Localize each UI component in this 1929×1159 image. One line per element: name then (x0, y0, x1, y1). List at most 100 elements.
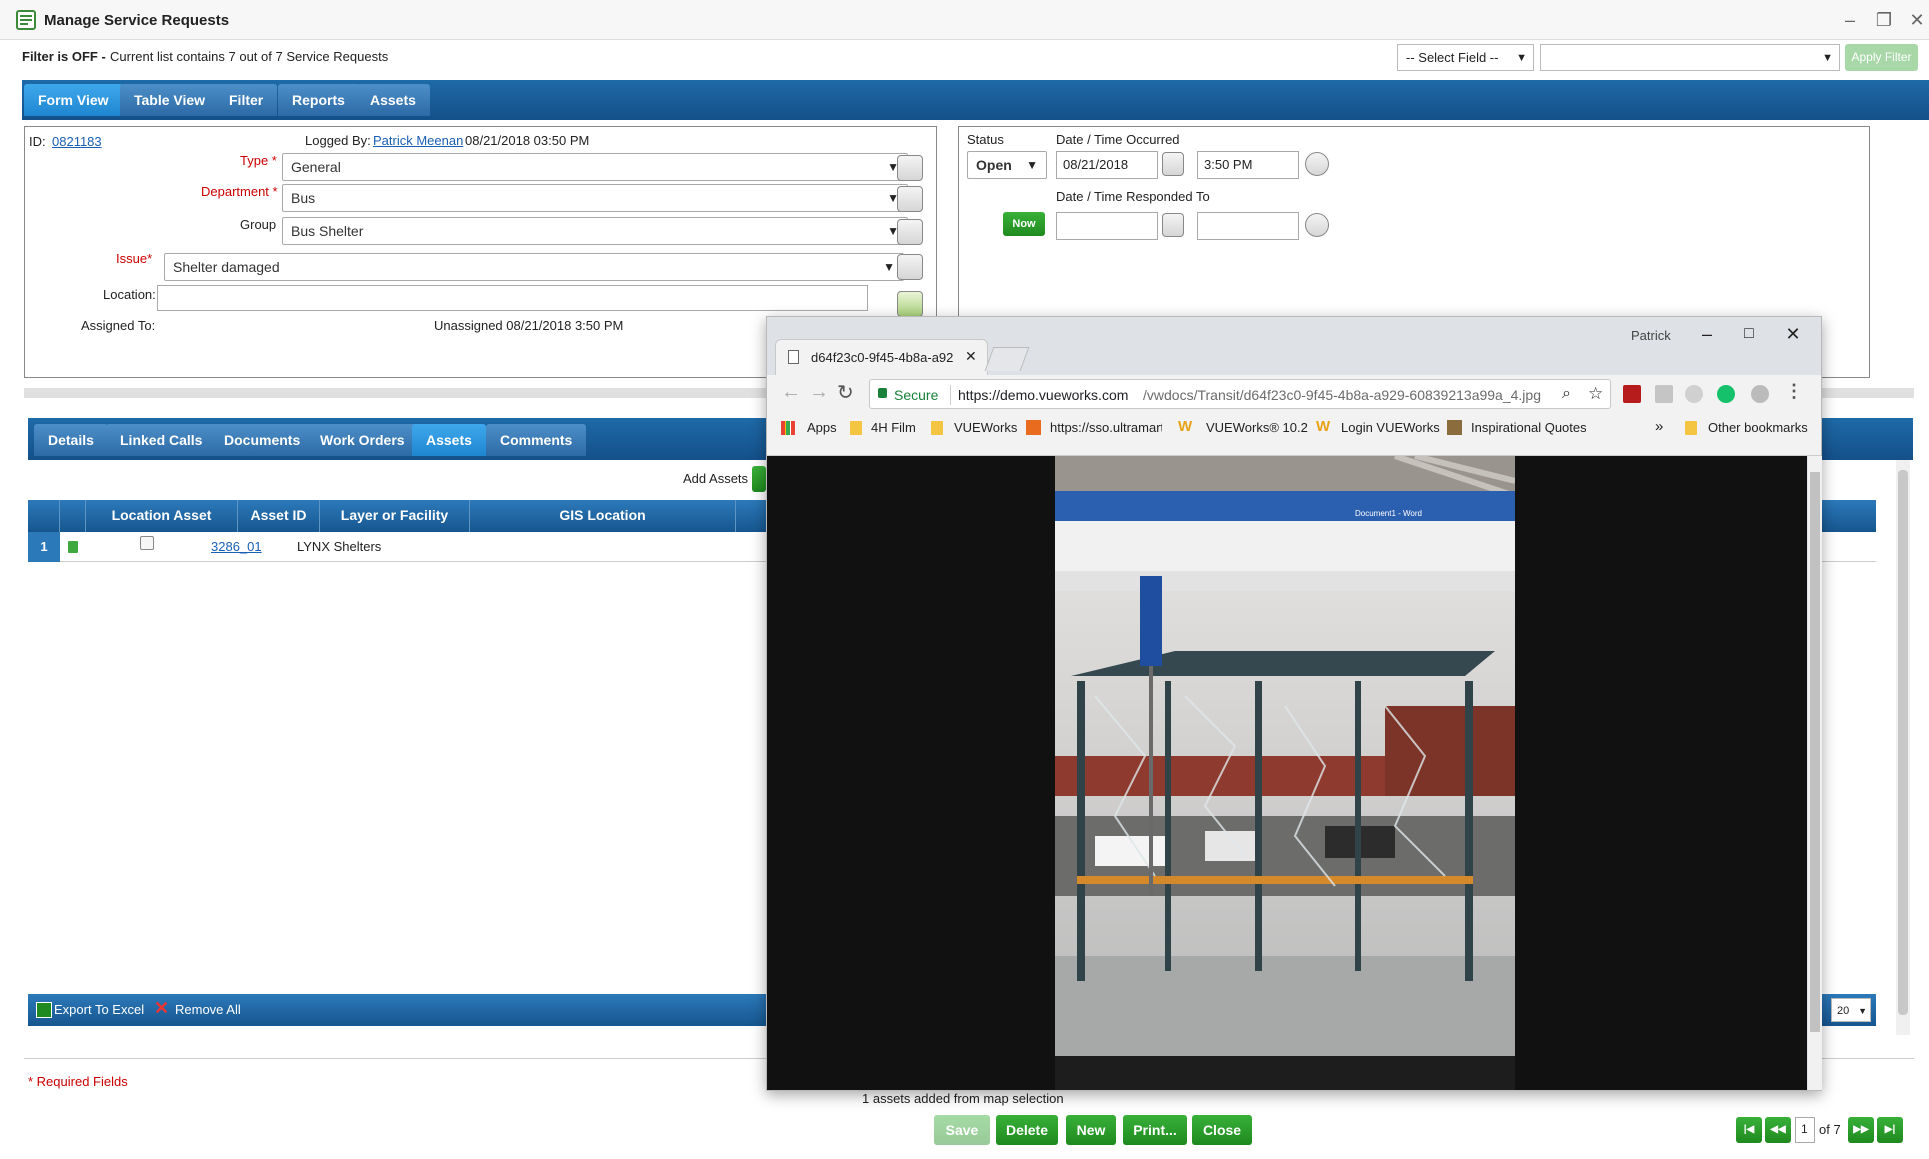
extension-icon[interactable] (1685, 385, 1703, 403)
col-layer-facility[interactable]: Layer or Facility (320, 500, 470, 532)
tab-close-icon[interactable]: ✕ (965, 348, 977, 365)
other-bookmarks[interactable]: Other bookmarks (1708, 420, 1808, 435)
responded-time-input[interactable] (1197, 212, 1299, 240)
last-page-icon[interactable]: ▶| (1877, 1117, 1903, 1143)
close-icon[interactable]: ✕ (1773, 319, 1813, 349)
col-gis-location[interactable]: GIS Location (470, 500, 736, 532)
zoom-icon[interactable]: ⌕ (1562, 385, 1571, 403)
clock-icon[interactable] (1305, 213, 1329, 237)
filter-value-dropdown[interactable]: ▼ (1540, 44, 1840, 71)
grid-scrollbar[interactable] (1896, 460, 1910, 1035)
trash-icon[interactable] (68, 541, 78, 553)
export-excel-button[interactable]: Export To Excel (54, 1002, 144, 1017)
reload-icon[interactable]: ↻ (837, 380, 854, 405)
new-tab-button[interactable] (984, 347, 1030, 371)
vueworks-logo-icon: W (1316, 418, 1331, 435)
department-dropdown[interactable]: Bus ▼ (282, 184, 908, 212)
browser-tab[interactable]: d64f23c0-9f45-4b8a-a92 ✕ (775, 339, 988, 375)
forward-icon[interactable]: → (809, 381, 829, 404)
bookmark-login-vueworks[interactable]: Login VUEWorks (1341, 420, 1440, 435)
more-bookmarks-button[interactable]: » (1655, 418, 1663, 435)
occurred-date-input[interactable]: 08/21/2018 (1056, 151, 1158, 179)
bookmark-inspirational-quotes[interactable]: Inspirational Quotes (1471, 420, 1586, 435)
scrollbar-thumb[interactable] (1810, 472, 1820, 1032)
apply-filter-button[interactable]: Apply Filter (1845, 44, 1918, 71)
tab-filter[interactable]: Filter (215, 84, 278, 116)
tab-reports[interactable]: Reports (278, 84, 359, 116)
address-bar[interactable]: Secure https://demo.vueworks.com /vwdocs… (869, 379, 1611, 409)
assigned-to-value: Unassigned 08/21/2018 3:50 PM (434, 318, 624, 333)
asset-id-link[interactable]: 3286_01 (211, 539, 262, 554)
restore-icon[interactable]: ❐ (1872, 8, 1896, 32)
menu-kebab-icon[interactable]: ⋮ (1785, 381, 1803, 402)
extension-icon[interactable] (1751, 385, 1769, 403)
location-input[interactable] (157, 285, 868, 311)
star-icon[interactable]: ☆ (1588, 384, 1603, 404)
type-dropdown[interactable]: General ▼ (282, 153, 908, 181)
close-button[interactable]: Close (1192, 1115, 1252, 1145)
select-field-dropdown[interactable]: -- Select Field -- ▼ (1397, 44, 1534, 71)
close-icon[interactable]: ✕ (1905, 8, 1929, 32)
save-button[interactable]: Save (934, 1115, 990, 1145)
calendar-icon[interactable] (1162, 213, 1184, 237)
layer-facility-cell: LYNX Shelters (297, 539, 382, 554)
status-label: Status (967, 132, 1004, 147)
word-title-text: Document1 - Word (1355, 509, 1422, 518)
calendar-icon[interactable] (1162, 152, 1184, 176)
clock-icon[interactable] (1305, 152, 1329, 176)
responded-date-input[interactable] (1056, 212, 1158, 240)
now-button[interactable]: Now (1003, 212, 1045, 236)
viewer-scrollbar[interactable] (1808, 456, 1822, 1090)
back-icon[interactable]: ← (781, 381, 801, 404)
minimize-icon[interactable]: – (1687, 319, 1727, 349)
tab-linked-calls[interactable]: Linked Calls (106, 424, 217, 456)
tab-form-view[interactable]: Form View (24, 84, 123, 116)
department-lookup-button[interactable] (897, 186, 923, 212)
tab-details[interactable]: Details (34, 424, 108, 456)
image-viewer: Document1 - Word (767, 456, 1822, 1090)
maximize-icon[interactable]: □ (1729, 319, 1769, 349)
tab-comments[interactable]: Comments (486, 424, 587, 456)
request-id-link[interactable]: 0821183 (52, 134, 102, 149)
grammarly-icon[interactable] (1717, 385, 1735, 403)
bookmark-vueworks-10-2[interactable]: VUEWorks® 10.2 (1206, 420, 1308, 435)
issue-lookup-button[interactable] (897, 254, 923, 280)
tab-assets[interactable]: Assets (356, 84, 430, 116)
group-dropdown[interactable]: Bus Shelter ▼ (282, 217, 908, 245)
extension-icon[interactable] (1655, 385, 1673, 403)
minimize-icon[interactable]: – (1838, 8, 1862, 32)
bookmark-vueworks[interactable]: VUEWorks (954, 420, 1017, 435)
bookmark-4h-film[interactable]: 4H Film (871, 420, 916, 435)
bookmark-sso[interactable]: https://sso.ultramart (1050, 420, 1162, 435)
bookmark-apps[interactable]: Apps (807, 420, 837, 435)
delete-col-header (60, 500, 86, 532)
profile-name[interactable]: Patrick (1631, 328, 1671, 343)
group-lookup-button[interactable] (897, 219, 923, 245)
first-page-icon[interactable]: |◀ (1736, 1117, 1762, 1143)
logged-by-link[interactable]: Patrick Meenan (373, 133, 463, 148)
page-number-input[interactable]: 1 (1795, 1117, 1815, 1143)
prev-page-icon[interactable]: ◀◀ (1765, 1117, 1791, 1143)
col-location-asset[interactable]: Location Asset (86, 500, 238, 532)
delete-button[interactable]: Delete (996, 1115, 1058, 1145)
type-lookup-button[interactable] (897, 155, 923, 181)
tab-work-orders[interactable]: Work Orders (306, 424, 419, 456)
occurred-time-input[interactable]: 3:50 PM (1197, 151, 1299, 179)
group-value: Bus Shelter (291, 223, 364, 239)
new-button[interactable]: New (1066, 1115, 1116, 1145)
issue-dropdown[interactable]: Shelter damaged ▼ (164, 253, 904, 281)
print-button[interactable]: Print... (1123, 1115, 1187, 1145)
tab-assets-detail[interactable]: Assets (412, 424, 486, 456)
tab-documents[interactable]: Documents (210, 424, 315, 456)
remove-all-button[interactable]: Remove All (175, 1002, 241, 1017)
page-size-select[interactable]: 20 ▼ (1831, 998, 1871, 1022)
map-icon[interactable] (897, 291, 923, 317)
scrollbar-thumb[interactable] (1898, 470, 1908, 1015)
pdf-extension-icon[interactable] (1623, 385, 1641, 403)
add-assets-button[interactable] (752, 466, 766, 492)
status-dropdown[interactable]: Open ▼ (967, 151, 1047, 179)
next-page-icon[interactable]: ▶▶ (1848, 1117, 1874, 1143)
tab-table-view[interactable]: Table View (120, 84, 220, 116)
col-asset-id[interactable]: Asset ID (238, 500, 320, 532)
location-asset-checkbox[interactable] (140, 536, 154, 550)
